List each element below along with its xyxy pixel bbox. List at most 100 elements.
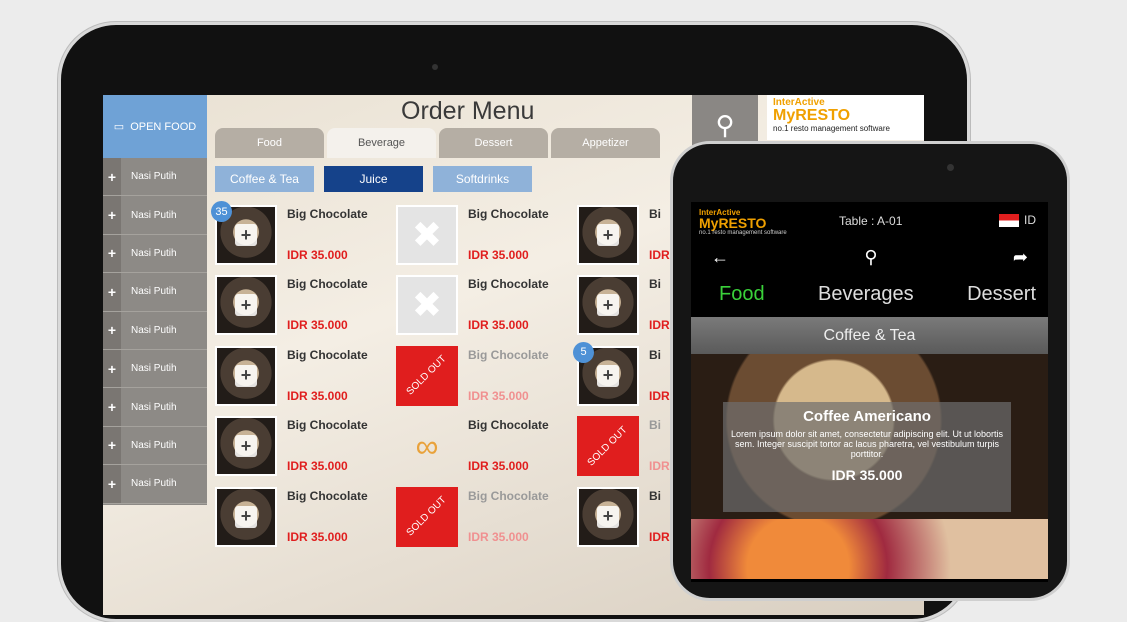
flag-icon xyxy=(999,213,1019,227)
plus-icon: + xyxy=(235,435,257,458)
category-food[interactable]: Food xyxy=(719,283,765,306)
share-icon[interactable]: ➦ xyxy=(1013,247,1028,268)
item-price: IDR xyxy=(649,459,670,474)
item-image-placeholder: ✖ xyxy=(396,205,458,265)
menu-item[interactable]: SOLD OUT Big Chocolate IDR 35.000 xyxy=(396,345,571,408)
sidebar-item[interactable]: + Nasi Putih xyxy=(103,196,207,235)
plus-icon: + xyxy=(103,426,121,465)
item-name: Bi xyxy=(649,488,661,503)
item-price: IDR xyxy=(649,388,670,403)
item-description: Lorem ipsum dolor sit amet, consectetur … xyxy=(730,429,1004,459)
menu-item[interactable]: + Big Chocolate IDR 35.000 xyxy=(215,345,390,408)
item-name: Bi xyxy=(649,277,661,292)
sidebar-item-label: Nasi Putih xyxy=(131,247,177,259)
sidebar-item[interactable]: + Nasi Putih xyxy=(103,234,207,274)
plus-icon: + xyxy=(597,505,619,528)
item-image: + xyxy=(577,275,639,336)
menu-item[interactable]: 35 + Big Chocolate IDR 35.000 xyxy=(211,201,390,267)
tab-appetizer[interactable]: Appetizer xyxy=(551,128,660,158)
back-arrow-icon[interactable]: ← xyxy=(711,247,729,268)
category-dessert[interactable]: Dessert xyxy=(967,283,1036,306)
item-name: Big Chocolate xyxy=(468,277,549,292)
menu-card[interactable] xyxy=(691,519,1048,579)
menu-item[interactable]: ∞ Big Chocolate IDR 35.000 xyxy=(396,416,571,478)
item-price: IDR 35.000 xyxy=(468,459,529,474)
item-image: + xyxy=(577,205,639,265)
tab-dessert[interactable]: Dessert xyxy=(439,128,548,158)
item-name: Big Chocolate xyxy=(287,207,368,221)
subtab[interactable]: Coffee & Tea xyxy=(215,166,314,192)
item-image: + xyxy=(215,416,277,477)
plus-icon: + xyxy=(103,196,121,234)
plus-icon: + xyxy=(235,294,257,317)
tab-food[interactable]: Food xyxy=(215,128,324,158)
item-name: Big Chocolate xyxy=(468,418,549,433)
cutlery-icon: ✖ xyxy=(411,284,443,326)
item-name: Coffee Americano xyxy=(803,408,931,425)
item-name: Bi xyxy=(649,347,661,362)
search-icon[interactable]: ⚲ xyxy=(864,247,877,268)
category-beverages[interactable]: Beverages xyxy=(818,283,914,306)
sidebar-item-label: Nasi Putih xyxy=(131,478,177,490)
item-image-placeholder: ✖ xyxy=(396,275,458,336)
tab-beverage[interactable]: Beverage xyxy=(327,128,436,158)
subtab[interactable]: Softdrinks xyxy=(433,166,532,192)
quantity-badge: 35 xyxy=(211,201,232,222)
item-name: Big Chocolate xyxy=(287,488,368,503)
menu-item[interactable]: + Big Chocolate IDR 35.000 xyxy=(215,416,390,478)
menu-item[interactable]: ✖ Big Chocolate IDR 35.000 xyxy=(396,205,571,267)
item-price: IDR 35.000 xyxy=(468,388,529,403)
item-price: IDR 35.000 xyxy=(468,248,529,262)
sidebar-item-label: Nasi Putih xyxy=(131,286,177,298)
phone-header: InterActive MyRESTO no.1 resto managemen… xyxy=(691,202,1048,242)
tray-icon: ▭ xyxy=(113,121,125,133)
item-price: IDR 35.000 xyxy=(287,459,348,474)
menu-card[interactable]: Coffee Americano Lorem ipsum dolor sit a… xyxy=(691,354,1048,519)
item-price: IDR xyxy=(649,318,670,333)
sidebar-item[interactable]: + Nasi Putih xyxy=(103,388,207,427)
menu-item[interactable]: ✖ Big Chocolate IDR 35.000 xyxy=(396,275,571,337)
section-header: Coffee & Tea xyxy=(691,317,1048,354)
sidebar-item-label: Nasi Putih xyxy=(131,363,177,375)
sidebar-item-label: Nasi Putih xyxy=(131,324,177,336)
open-food-button[interactable]: ▭ OPEN FOOD xyxy=(103,95,207,158)
sidebar-item[interactable]: + Nasi Putih xyxy=(103,349,207,389)
cutlery-icon: ✖ xyxy=(411,214,443,255)
quantity-badge: 5 xyxy=(573,341,594,363)
sidebar-item[interactable]: + Nasi Putih xyxy=(103,426,207,466)
item-image: + xyxy=(215,486,277,547)
phone-screen: InterActive MyRESTO no.1 resto managemen… xyxy=(691,202,1048,582)
menu-item[interactable]: + Big Chocolate IDR 35.000 xyxy=(215,486,390,549)
brand-logo: InterActive MyRESTO no.1 resto managemen… xyxy=(767,95,924,140)
plus-icon: + xyxy=(103,349,121,388)
subtab[interactable]: Juice xyxy=(324,166,423,192)
item-price: IDR 35.000 xyxy=(287,318,348,333)
item-price: IDR 35.000 xyxy=(468,529,529,544)
item-name: Big Chocolate xyxy=(468,347,549,362)
camera xyxy=(947,164,954,171)
sidebar: ▭ OPEN FOOD + Nasi Putih + Nasi Putih + Nasi P… xyxy=(103,95,207,505)
menu-grid: 35 + Big Chocolate IDR 35.000 ✖ Big Chocolate… xyxy=(211,201,685,615)
item-price: IDR 35.000 xyxy=(831,467,903,483)
plus-icon: + xyxy=(103,273,121,311)
sidebar-item[interactable]: + Nasi Putih xyxy=(103,311,207,350)
plus-icon: + xyxy=(597,364,619,387)
sidebar-item-label: Nasi Putih xyxy=(131,209,177,221)
loading-icon: ∞ xyxy=(415,427,439,464)
sidebar-item[interactable]: + Nasi Putih xyxy=(103,273,207,312)
language-selector[interactable]: ID xyxy=(999,213,1036,227)
item-name: Big Chocolate xyxy=(287,418,368,433)
item-price: IDR xyxy=(649,248,670,262)
card-overlay: Coffee Americano Lorem ipsum dolor sit a… xyxy=(723,402,1011,512)
item-image: + xyxy=(577,486,639,547)
item-price: IDR 35.000 xyxy=(287,388,348,403)
menu-item[interactable]: + Big Chocolate IDR 35.000 xyxy=(215,275,390,337)
plus-icon: + xyxy=(103,234,121,273)
item-name: Big Chocolate xyxy=(287,347,368,362)
menu-item[interactable]: SOLD OUT Big Chocolate IDR 35.000 xyxy=(396,486,571,549)
page-title: Order Menu xyxy=(401,97,535,125)
sidebar-item[interactable]: + Nasi Putih xyxy=(103,465,207,504)
phone-categories: Food Beverages Dessert xyxy=(691,272,1048,317)
sidebar-item[interactable]: + Nasi Putih xyxy=(103,158,207,197)
item-image: + xyxy=(215,275,277,336)
